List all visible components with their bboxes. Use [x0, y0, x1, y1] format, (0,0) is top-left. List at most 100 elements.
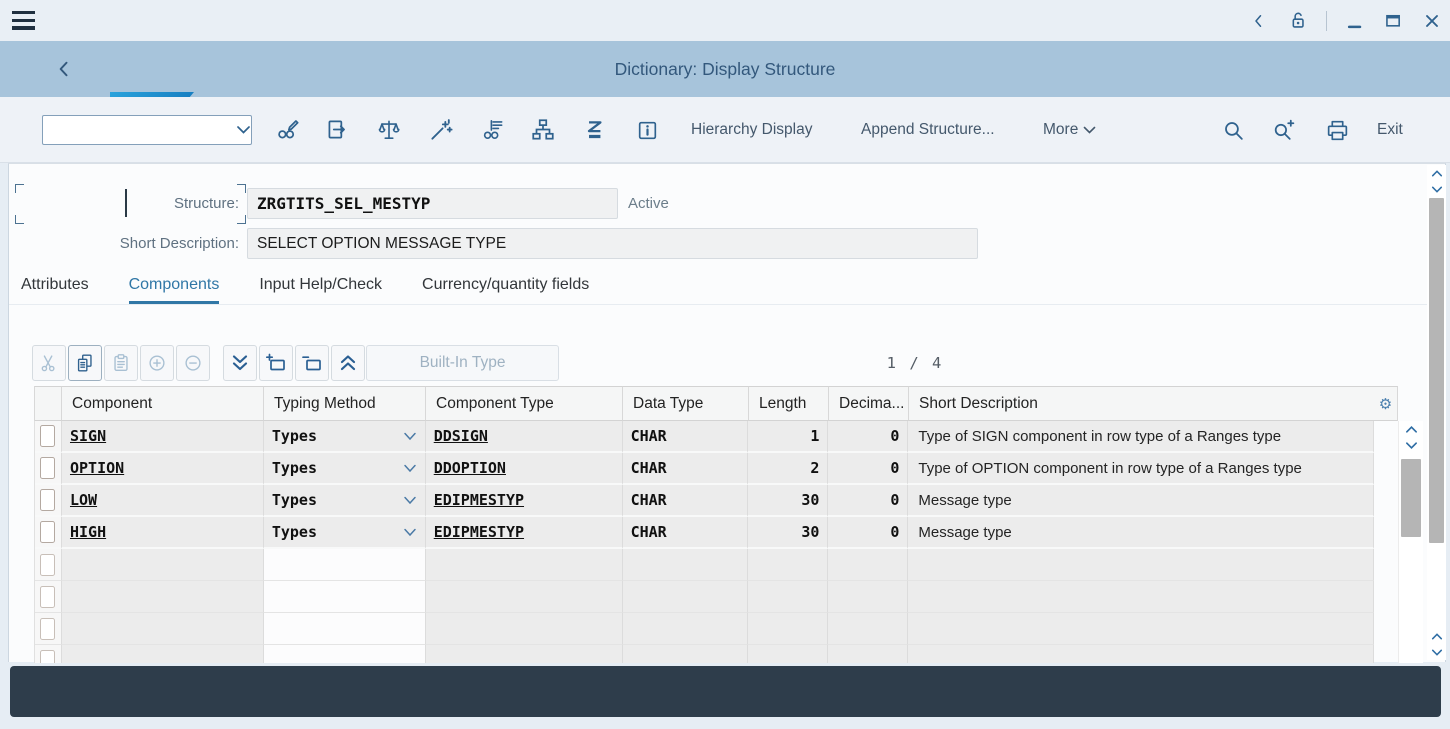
- structure-field[interactable]: ZRGTITS_SEL_MESTYP: [247, 188, 618, 219]
- lock-icon[interactable]: [1286, 9, 1308, 33]
- runtime-object-icon[interactable]: [578, 115, 612, 145]
- row-checkbox[interactable]: [40, 489, 55, 511]
- info-icon[interactable]: [630, 115, 664, 145]
- short-description-cell: [908, 613, 1374, 645]
- tab-attributes[interactable]: Attributes: [21, 266, 89, 304]
- built-in-type-button[interactable]: Built-In Type: [366, 345, 559, 381]
- command-input[interactable]: [43, 116, 236, 144]
- nav-back-icon[interactable]: [1250, 11, 1268, 31]
- more-menu-button[interactable]: More: [1043, 115, 1096, 145]
- select-all-header-cell[interactable]: [35, 386, 62, 421]
- main-toolbar: Hierarchy Display Append Structure... Mo…: [0, 97, 1450, 163]
- data-type-cell: [623, 549, 749, 581]
- cut-icon[interactable]: [32, 345, 66, 381]
- column-header[interactable]: Data Type: [623, 386, 749, 421]
- paste-icon[interactable]: [104, 345, 138, 381]
- component-link[interactable]: OPTION: [70, 459, 124, 477]
- back-icon[interactable]: [54, 57, 74, 81]
- row-checkbox[interactable]: [40, 650, 55, 664]
- data-type-cell: CHAR: [623, 453, 749, 485]
- component-type-link[interactable]: EDIPMESTYP: [434, 523, 524, 541]
- delete-line-icon[interactable]: [295, 345, 329, 381]
- command-field[interactable]: [42, 115, 252, 145]
- short-description-label: Short Description:: [9, 228, 239, 259]
- scroll-up-icon[interactable]: [1427, 628, 1446, 644]
- length-cell: [748, 645, 828, 663]
- tab-currency-quantity-fields[interactable]: Currency/quantity fields: [422, 266, 589, 304]
- exit-button[interactable]: Exit: [1377, 115, 1403, 145]
- row-checkbox[interactable]: [40, 554, 55, 576]
- delete-row-icon[interactable]: [176, 345, 210, 381]
- row-select-cell[interactable]: [35, 485, 62, 517]
- other-object-icon[interactable]: [320, 115, 354, 145]
- copy-icon[interactable]: [68, 345, 102, 381]
- close-icon[interactable]: [1422, 10, 1442, 32]
- column-header[interactable]: Component Type: [426, 386, 623, 421]
- typing-method-dropdown[interactable]: Types: [264, 517, 426, 549]
- row-checkbox[interactable]: [40, 586, 55, 608]
- display-change-icon[interactable]: [271, 115, 305, 145]
- row-select-cell[interactable]: [35, 613, 62, 645]
- scroll-down-icon[interactable]: [1399, 437, 1423, 453]
- print-icon[interactable]: [1320, 115, 1354, 145]
- component-link[interactable]: LOW: [70, 491, 97, 509]
- component-type-link[interactable]: DDOPTION: [434, 459, 506, 477]
- short-description-field[interactable]: SELECT OPTION MESSAGE TYPE: [247, 228, 978, 259]
- row-select-cell[interactable]: [35, 453, 62, 485]
- typing-method-dropdown[interactable]: Types: [264, 485, 426, 517]
- row-select-cell[interactable]: [35, 517, 62, 549]
- search-icon[interactable]: [1216, 115, 1250, 145]
- row-checkbox[interactable]: [40, 457, 55, 479]
- where-used-icon[interactable]: [476, 115, 510, 145]
- row-select-cell[interactable]: [35, 549, 62, 581]
- row-select-cell[interactable]: [35, 421, 62, 453]
- chevron-down-icon[interactable]: [236, 125, 258, 135]
- tab-input-help-check[interactable]: Input Help/Check: [259, 266, 382, 304]
- consistency-check-icon[interactable]: [372, 115, 406, 145]
- search-next-icon[interactable]: [1266, 115, 1300, 145]
- hierarchy-icon[interactable]: [526, 115, 560, 145]
- typing-method-cell: [264, 581, 426, 613]
- table-settings-cell[interactable]: ⚙: [1374, 386, 1398, 421]
- page-scrollbar-thumb[interactable]: [1429, 198, 1444, 543]
- column-header[interactable]: Decima...: [829, 386, 909, 421]
- row-select-cell[interactable]: [35, 581, 62, 613]
- row-select-cell[interactable]: [35, 645, 62, 663]
- scroll-down-icon[interactable]: [1427, 181, 1446, 197]
- hierarchy-display-button[interactable]: Hierarchy Display: [691, 115, 812, 145]
- decimals-cell: 0: [828, 421, 908, 453]
- table-scrollbar-thumb[interactable]: [1401, 459, 1421, 537]
- insert-line-icon[interactable]: [259, 345, 293, 381]
- column-header[interactable]: Typing Method: [264, 386, 426, 421]
- column-header[interactable]: Component: [62, 386, 264, 421]
- column-header[interactable]: Length: [749, 386, 829, 421]
- page-up-icon[interactable]: [331, 345, 365, 381]
- activate-icon[interactable]: [424, 115, 458, 145]
- column-header[interactable]: Short Description: [909, 386, 1375, 421]
- scroll-down-icon[interactable]: [1427, 644, 1446, 660]
- scroll-up-icon[interactable]: [1427, 165, 1446, 181]
- insert-row-icon[interactable]: [140, 345, 174, 381]
- scroll-up-icon[interactable]: [1399, 421, 1423, 437]
- typing-method-cell: [264, 613, 426, 645]
- typing-method-dropdown[interactable]: Types: [264, 421, 426, 453]
- component-link[interactable]: HIGH: [70, 523, 106, 541]
- component-type-link[interactable]: DDSIGN: [434, 427, 488, 445]
- table-row: SIGN Types DDSIGN CHAR 1 0 Type of SIGN …: [35, 421, 1374, 453]
- typing-method-dropdown[interactable]: Types: [264, 453, 426, 485]
- component-type-link[interactable]: EDIPMESTYP: [434, 491, 524, 509]
- decimals-cell: [828, 613, 908, 645]
- menu-icon[interactable]: [12, 11, 35, 30]
- row-checkbox[interactable]: [40, 618, 55, 640]
- table-body: SIGN Types DDSIGN CHAR 1 0 Type of SIGN …: [34, 421, 1374, 663]
- append-structure-button[interactable]: Append Structure...: [861, 115, 995, 145]
- component-link[interactable]: SIGN: [70, 427, 106, 445]
- tab-components[interactable]: Components: [129, 266, 220, 304]
- page-down-icon[interactable]: [223, 345, 257, 381]
- row-checkbox[interactable]: [40, 521, 55, 543]
- gear-icon[interactable]: ⚙: [1379, 395, 1392, 413]
- minimize-icon[interactable]: [1345, 10, 1365, 32]
- maximize-icon[interactable]: [1383, 10, 1404, 32]
- table-row-empty: [35, 581, 1374, 613]
- row-checkbox[interactable]: [40, 425, 55, 447]
